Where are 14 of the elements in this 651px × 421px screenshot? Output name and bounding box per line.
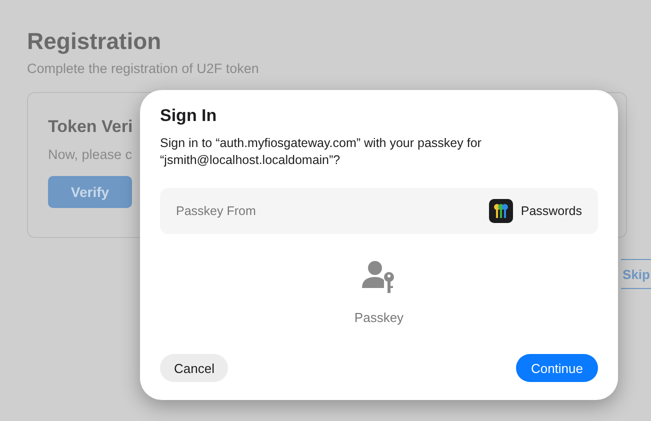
page-subtitle: Complete the registration of U2F token <box>27 61 260 76</box>
dialog-title: Sign In <box>160 106 218 126</box>
keys-app-icon <box>488 199 513 223</box>
continue-button[interactable]: Continue <box>516 354 598 382</box>
card-text: Now, please c <box>48 147 132 162</box>
verify-button[interactable]: Verify <box>48 176 132 208</box>
passkey-label: Passkey <box>354 310 404 325</box>
cancel-button[interactable]: Cancel <box>160 354 228 382</box>
page-title: Registration <box>27 27 162 55</box>
source-label: Passkey From <box>176 204 256 218</box>
person-key-icon <box>361 260 397 294</box>
card-title: Token Veri <box>48 117 133 137</box>
dialog-message: Sign in to “auth.myfiosgateway.com” with your passkey for “jsmith@localhost.localdomain”? <box>160 135 482 169</box>
source-app-name: Passwords <box>520 204 582 218</box>
